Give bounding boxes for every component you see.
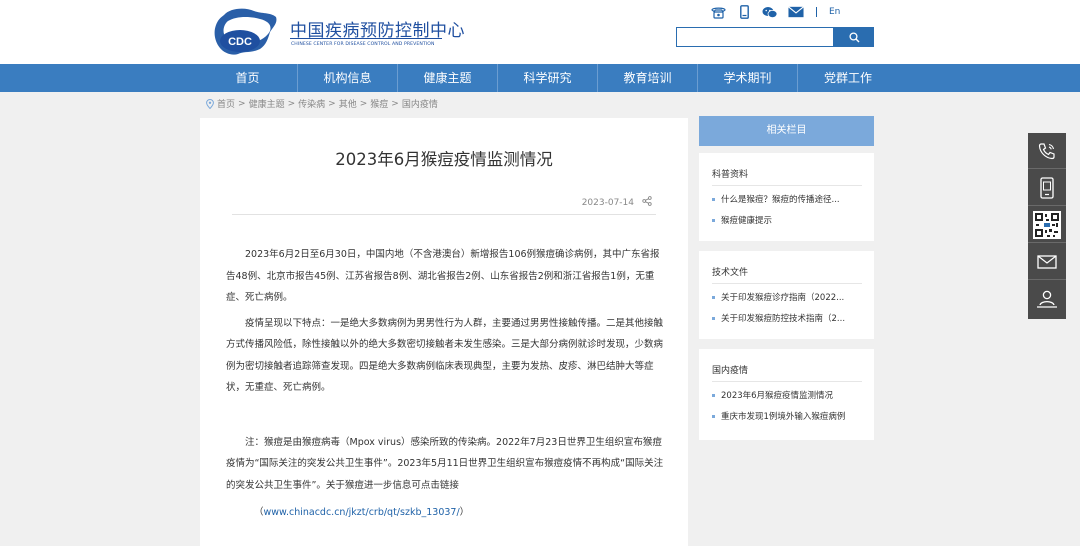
mail-icon[interactable] (788, 4, 804, 20)
reference-link[interactable]: www.chinacdc.cn/jkzt/crb/qt/szkb_13037/ (264, 507, 460, 518)
breadcrumb-separator: > (287, 98, 296, 109)
bullet-icon (712, 316, 715, 320)
breadcrumb-separator: > (328, 98, 336, 109)
bullet-icon (712, 197, 715, 201)
sidebar-card-domestic: 国内疫情 2023年6月猴痘疫情监测情况 重庆市发现1例境外输入猴痘病例 (699, 349, 874, 440)
bullet-icon (712, 414, 715, 418)
nav-item-party[interactable]: 党群工作 (798, 64, 898, 92)
bullet-icon (712, 393, 715, 397)
search-input[interactable] (676, 27, 834, 47)
sidebar-link[interactable]: 重庆市发现1例境外输入猴痘病例 (712, 410, 845, 422)
article-note: 注：猴痘是由猴痘病毒（Mpox virus）感染所致的传染病。2022年7月23… (226, 436, 664, 491)
breadcrumb-separator: > (391, 98, 399, 109)
sidebar-card-title: 技术文件 (712, 268, 749, 278)
breadcrumb-mpox[interactable]: 猴痘 (370, 97, 388, 110)
floating-toolbar (1028, 133, 1066, 319)
logo-divider (290, 38, 442, 39)
user-location-icon[interactable] (1028, 281, 1066, 317)
sidebar-card-science: 科普资料 什么是猴痘？猴痘的传播途径... 猴痘健康提示 (699, 153, 874, 241)
mail-icon[interactable] (1028, 244, 1066, 280)
breadcrumb-separator: > (359, 98, 368, 109)
breadcrumb-health-topics[interactable]: 健康主题 (249, 97, 285, 110)
link-paren-open: （ (254, 507, 264, 518)
reference-link-line: （www.chinacdc.cn/jkzt/crb/qt/szkb_13037/… (226, 502, 666, 524)
phone-icon[interactable] (710, 4, 726, 20)
sidebar-card-technical: 技术文件 关于印发猴痘诊疗指南（2022... 关于印发猴痘防控技术指南（2..… (699, 251, 874, 339)
phone-call-icon[interactable] (1028, 133, 1066, 169)
breadcrumb-other[interactable]: 其他 (339, 97, 357, 110)
breadcrumb: 首页 > 健康主题 > 传染病 > 其他 > 猴痘 > 国内疫情 (206, 97, 438, 110)
article-paragraph: 疫情呈现以下特点：一是绝大多数病例为男男性行为人群，主要通过男男性接触传播。二是… (226, 317, 664, 394)
mobile-icon[interactable] (736, 4, 752, 20)
bullet-icon (712, 295, 715, 299)
breadcrumb-home[interactable]: 首页 (217, 97, 235, 110)
link-paren-close: ） (459, 507, 470, 518)
cdc-logo[interactable]: CDC (210, 5, 282, 59)
breadcrumb-separator: > (238, 98, 246, 109)
breadcrumb-domestic[interactable]: 国内疫情 (402, 97, 438, 110)
sidebar-link[interactable]: 猴痘健康提示 (712, 214, 772, 226)
article-body: 2023年6月2日至6月30日，中国内地（不含港澳台）新增报告106例猴痘确诊病… (226, 244, 666, 524)
bullet-icon (712, 218, 715, 222)
wechat-icon[interactable] (762, 4, 778, 20)
sidebar-link[interactable]: 关于印发猴痘诊疗指南（2022... (712, 291, 844, 303)
article-date: 2023-07-14 (581, 197, 634, 208)
breadcrumb-infectious[interactable]: 传染病 (298, 97, 325, 110)
search-button[interactable] (834, 27, 874, 47)
nav-item-health-topics[interactable]: 健康主题 (398, 64, 498, 92)
org-name-en: CHINESE CENTER FOR DISEASE CONTROL AND P… (291, 42, 435, 47)
nav-item-organization[interactable]: 机构信息 (298, 64, 398, 92)
article-title: 2023年6月猴痘疫情监测情况 (335, 150, 553, 169)
language-switch-en[interactable]: En (829, 7, 840, 17)
card-divider (712, 185, 862, 186)
article-meta: 2023-07-14 (582, 196, 652, 209)
sidebar-card-title: 科普资料 (712, 170, 749, 180)
title-divider (232, 214, 656, 215)
related-columns-header: 相关栏目 (699, 116, 874, 146)
sidebar-link[interactable]: 2023年6月猴痘疫情监测情况 (712, 389, 833, 401)
sidebar-card-title: 国内疫情 (712, 366, 749, 376)
main-nav: 首页 机构信息 健康主题 科学研究 教育培训 学术期刊 党群工作 (0, 64, 1080, 92)
nav-item-research[interactable]: 科学研究 (498, 64, 598, 92)
tools-divider (816, 7, 817, 17)
sidebar-link[interactable]: 什么是猴痘？猴痘的传播途径... (712, 193, 840, 205)
card-divider (712, 381, 862, 382)
sidebar-link[interactable]: 关于印发猴痘防控技术指南（2... (712, 312, 845, 324)
mobile-app-icon[interactable] (1028, 170, 1066, 206)
nav-item-education[interactable]: 教育培训 (598, 64, 698, 92)
site-header: CDC 中国疾病预防控制中心 CHINESE CENTER FOR DISEAS… (0, 0, 1080, 64)
location-pin-icon (206, 98, 214, 109)
qrcode-icon[interactable] (1028, 207, 1066, 243)
article-panel: 2023年6月猴痘疫情监测情况 2023-07-14 2023年6月2日至6月3… (200, 118, 688, 546)
nav-item-home[interactable]: 首页 (198, 64, 298, 92)
header-tools: En (710, 4, 840, 20)
card-divider (712, 283, 862, 284)
search-icon (848, 31, 859, 42)
logo-text: CDC (228, 36, 252, 48)
nav-item-journals[interactable]: 学术期刊 (698, 64, 798, 92)
article-paragraph: 2023年6月2日至6月30日，中国内地（不含港澳台）新增报告106例猴痘确诊病… (226, 249, 660, 303)
share-icon[interactable] (642, 196, 652, 209)
